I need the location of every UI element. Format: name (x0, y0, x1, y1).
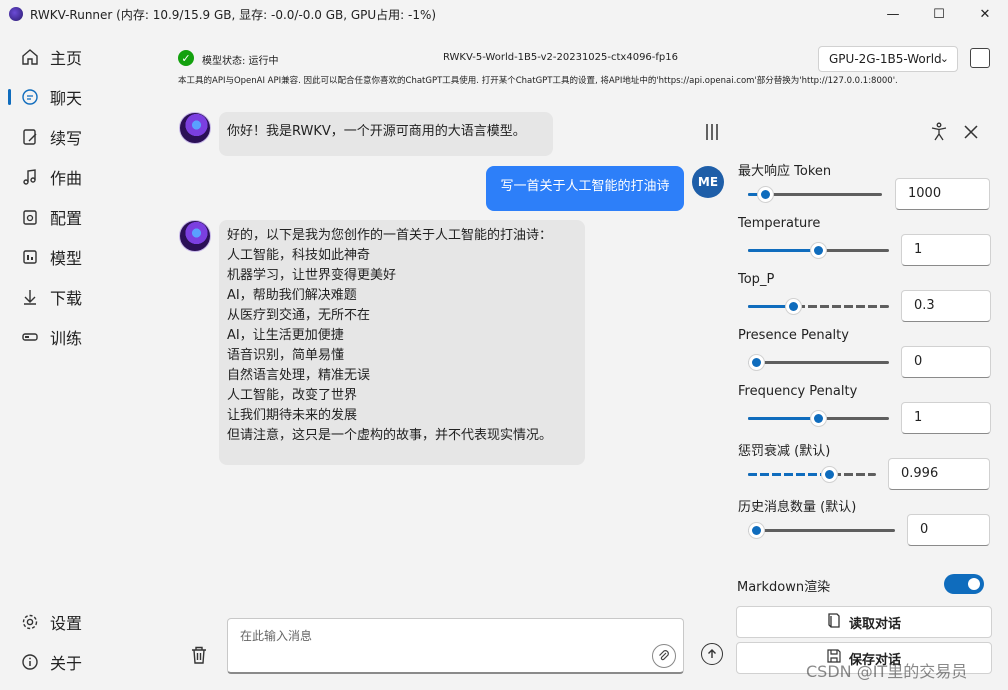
param-label-frequency-penalty: Frequency Penalty (738, 384, 858, 399)
sidebar-item-model[interactable]: 模型 (8, 239, 158, 275)
home-icon (20, 47, 40, 67)
strategy-value: GPU-2G-1B5-World (829, 52, 942, 66)
config-icon (20, 207, 40, 227)
chevron-down-icon: ⌄ (939, 52, 949, 65)
model-icon (20, 247, 40, 267)
history-count-slider[interactable] (748, 522, 895, 539)
reply-line: 但请注意，这只是一个虚构的故事，并不代表现实情况。 (227, 428, 553, 443)
reply-line: 从医疗到交通，无所不在 (227, 308, 371, 323)
param-label-penalty-decay: 惩罚衰减 (默认) (738, 444, 831, 459)
sidebar-item-label: 续写 (50, 129, 83, 148)
trash-icon[interactable] (188, 644, 210, 666)
title-bar: RWKV-Runner (内存: 10.9/15.9 GB, 显存: -0.0/… (0, 0, 1008, 28)
markdown-toggle[interactable] (944, 574, 984, 594)
frequency-penalty-input[interactable]: 1 (901, 402, 991, 434)
send-icon[interactable] (701, 643, 723, 665)
bot-avatar (179, 220, 211, 252)
continue-write-icon (20, 127, 40, 147)
frequency-penalty-slider[interactable] (748, 410, 889, 427)
sidebar-item-chat[interactable]: 聊天 (8, 79, 158, 115)
maximize-button[interactable]: ☐ (916, 0, 962, 28)
sidebar-item-label: 作曲 (50, 169, 83, 188)
train-icon (20, 327, 40, 347)
penalty-decay-input[interactable]: 0.996 (888, 458, 990, 490)
presence-penalty-slider[interactable] (748, 354, 889, 371)
reply-line: 自然语言处理，精准无误 (227, 368, 371, 383)
app-logo-icon (9, 7, 23, 21)
close-icon[interactable] (964, 124, 978, 143)
download-icon (20, 287, 40, 307)
option-checkbox[interactable] (970, 48, 990, 68)
sidebar-item-label: 聊天 (50, 89, 83, 108)
model-name: RWKV-5-World-1B5-v2-20231025-ctx4096-fp1… (443, 52, 678, 63)
check-circle-icon: ✓ (178, 50, 194, 66)
strategy-dropdown[interactable]: GPU-2G-1B5-World ⌄ (818, 46, 958, 72)
sidebar-item-label: 主页 (50, 49, 83, 68)
minimize-button[interactable]: — (870, 0, 916, 28)
reply-line: 好的，以下是我为您创作的一首关于人工智能的打油诗： (227, 228, 553, 243)
bot-message-greeting: 你好！我是RWKV，一个开源可商用的大语言模型。 (219, 112, 553, 156)
music-icon (20, 167, 40, 187)
sidebar-item-download[interactable]: 下载 (8, 279, 158, 315)
gear-icon (20, 612, 40, 632)
sidebar-item-label: 训练 (50, 329, 83, 348)
temperature-slider[interactable] (748, 242, 889, 259)
sidebar-item-config[interactable]: 配置 (8, 199, 158, 235)
status-row: ✓ 模型状态: 运行中 RWKV-5-World-1B5-v2-20231025… (178, 44, 998, 72)
sidebar-item-settings[interactable]: 设置 (8, 604, 158, 640)
param-label-temperature: Temperature (738, 216, 821, 231)
watermark: CSDN @IT里的交易员 (806, 662, 968, 681)
reply-line: AI，让生活更加便捷 (227, 328, 344, 343)
sidebar-item-home[interactable]: 主页 (8, 39, 158, 75)
sidebar-item-music[interactable]: 作曲 (8, 159, 158, 195)
reply-line: 机器学习，让世界变得更美好 (227, 268, 397, 283)
top-p-slider[interactable] (748, 298, 889, 315)
info-icon (20, 652, 40, 672)
sidebar-item-label: 模型 (50, 249, 83, 268)
user-message: 写一首关于人工智能的打油诗 (486, 166, 684, 211)
reply-line: 让我们期待未来的发展 (227, 408, 358, 423)
top-p-input[interactable]: 0.3 (901, 290, 991, 322)
markdown-label: Markdown渲染 (737, 580, 831, 595)
history-count-input[interactable]: 0 (907, 514, 990, 546)
penalty-decay-slider[interactable] (748, 466, 876, 483)
chat-icon (20, 87, 40, 107)
book-icon (827, 612, 841, 632)
sidebar-item-continue-write[interactable]: 续写 (8, 119, 158, 155)
sidebar-item-label: 设置 (50, 614, 83, 633)
temperature-input[interactable]: 1 (901, 234, 991, 266)
sidebar-item-train[interactable]: 训练 (8, 319, 158, 355)
window-title: RWKV-Runner (内存: 10.9/15.9 GB, 显存: -0.0/… (30, 7, 437, 22)
sidebar: 主页 聊天 续写 作曲 配置 模型 下载 训练 设置 关于 (0, 28, 170, 690)
bot-message-reply: 好的，以下是我为您创作的一首关于人工智能的打油诗： 人工智能，科技如此神奇 机器… (219, 220, 585, 465)
close-window-button[interactable]: ✕ (962, 0, 1008, 28)
message-input[interactable]: 在此输入消息 (227, 618, 684, 674)
user-avatar: ME (692, 166, 724, 198)
reply-line: 人工智能，科技如此神奇 (227, 248, 371, 263)
model-status: 模型状态: 运行中 (202, 56, 279, 67)
paperclip-icon[interactable] (652, 644, 676, 668)
reply-line: AI，帮助我们解决难题 (227, 288, 357, 303)
sidebar-item-label: 下载 (50, 289, 83, 308)
presence-penalty-input[interactable]: 0 (901, 346, 991, 378)
sidebar-item-label: 关于 (50, 654, 83, 673)
reply-line: 语音识别，简单易懂 (227, 348, 345, 363)
read-conversation-button[interactable]: 读取对话 (736, 606, 992, 638)
window-controls: — ☐ ✕ (870, 0, 1008, 28)
panel-collapse-icon[interactable] (705, 123, 719, 145)
read-conversation-label: 读取对话 (848, 616, 901, 632)
param-label-history-count: 历史消息数量 (默认) (738, 500, 857, 515)
reply-line: 人工智能，改变了世界 (227, 388, 358, 403)
param-label-max-tokens: 最大响应 Token (738, 164, 832, 179)
param-label-top-p: Top_P (738, 272, 775, 287)
max-tokens-slider[interactable] (748, 186, 882, 203)
api-notice: 本工具的API与OpenAI API兼容. 因此可以配合任意你喜欢的ChatGP… (178, 76, 898, 86)
accessibility-icon[interactable] (930, 122, 948, 146)
max-tokens-input[interactable]: 1000 (895, 178, 990, 210)
param-label-presence-penalty: Presence Penalty (738, 328, 849, 343)
sidebar-item-label: 配置 (50, 209, 83, 228)
sidebar-item-about[interactable]: 关于 (8, 644, 158, 680)
bot-avatar (179, 112, 211, 144)
